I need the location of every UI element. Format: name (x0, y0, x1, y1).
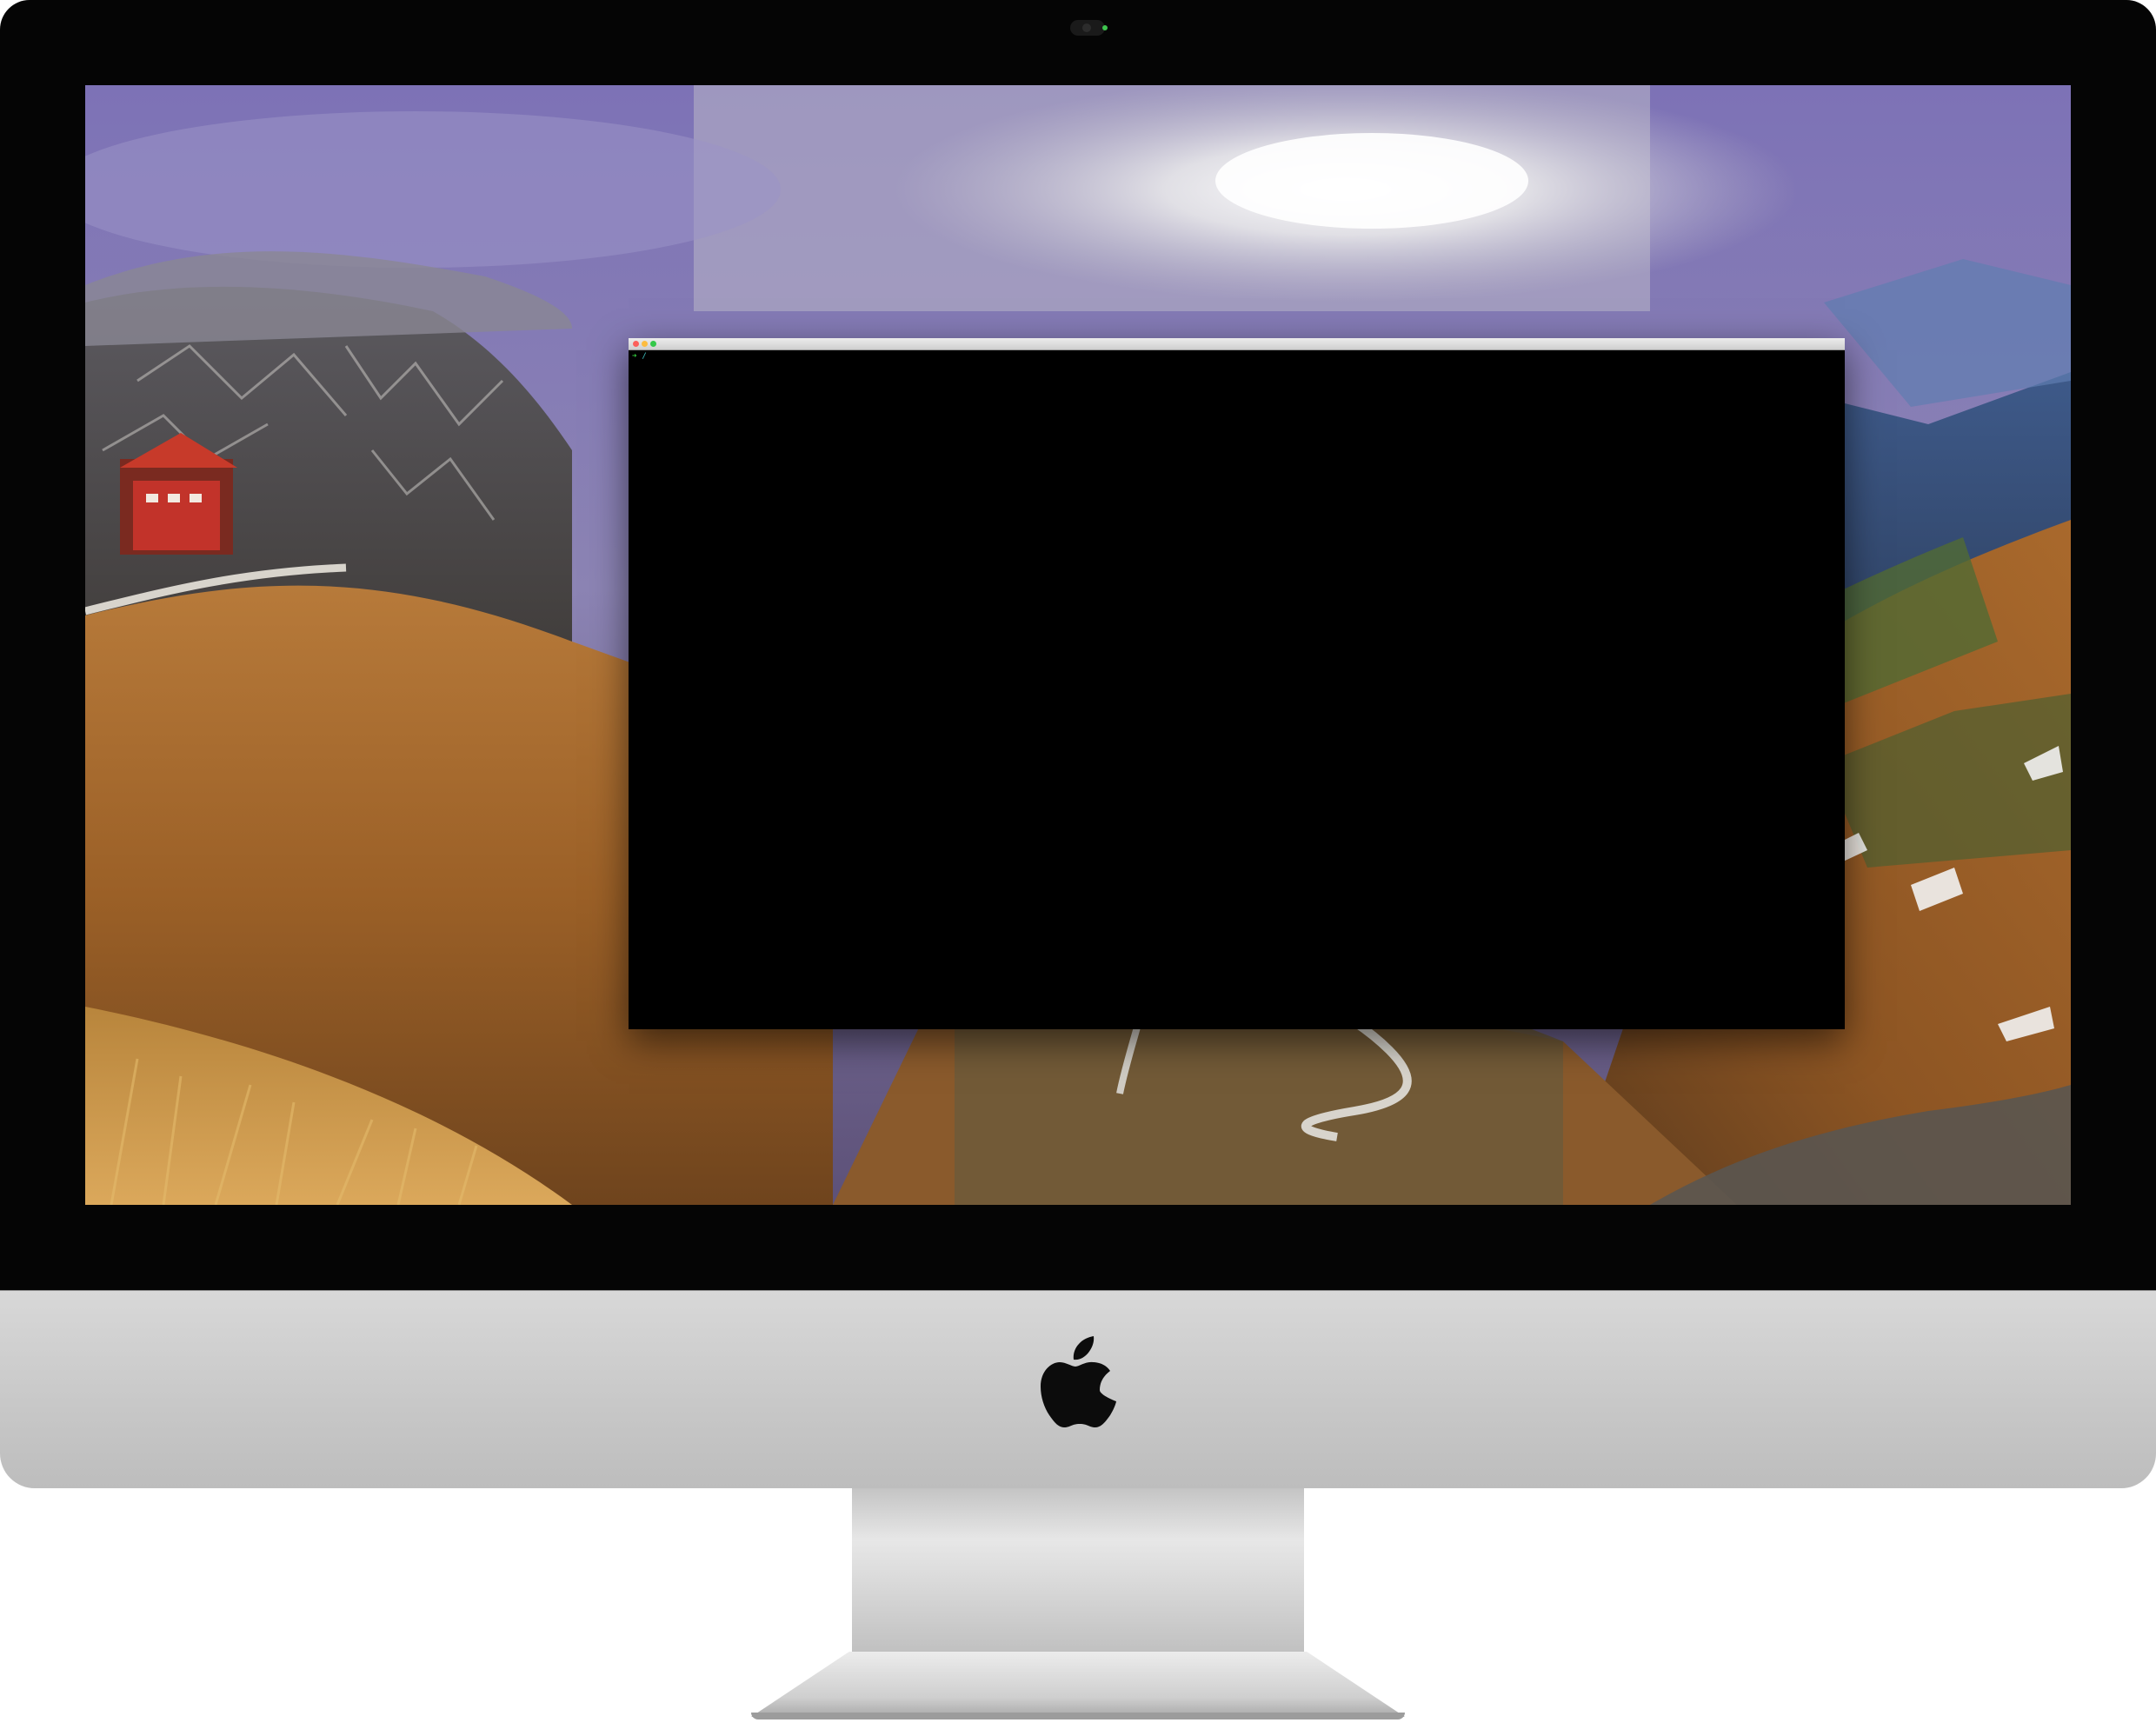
webcam-indicator-light (1102, 25, 1108, 30)
apple-logo-icon (1041, 1336, 1116, 1427)
terminal-window[interactable]: ➜ / (629, 338, 1845, 1029)
imac-mockup: ➜ / (0, 0, 2156, 1736)
terminal-output[interactable]: ➜ / (629, 350, 1845, 1029)
prompt-arrow-icon: ➜ (632, 352, 637, 361)
desktop-screen[interactable]: ➜ / (85, 85, 2071, 1205)
prompt-working-directory: / (642, 352, 647, 361)
webcam-icon (1070, 20, 1105, 36)
stand-neck (852, 1488, 1304, 1662)
window-title (629, 338, 1845, 349)
stand-foot-edge (751, 1713, 1405, 1719)
window-titlebar[interactable] (629, 338, 1845, 350)
stand-foot (751, 1652, 1405, 1717)
